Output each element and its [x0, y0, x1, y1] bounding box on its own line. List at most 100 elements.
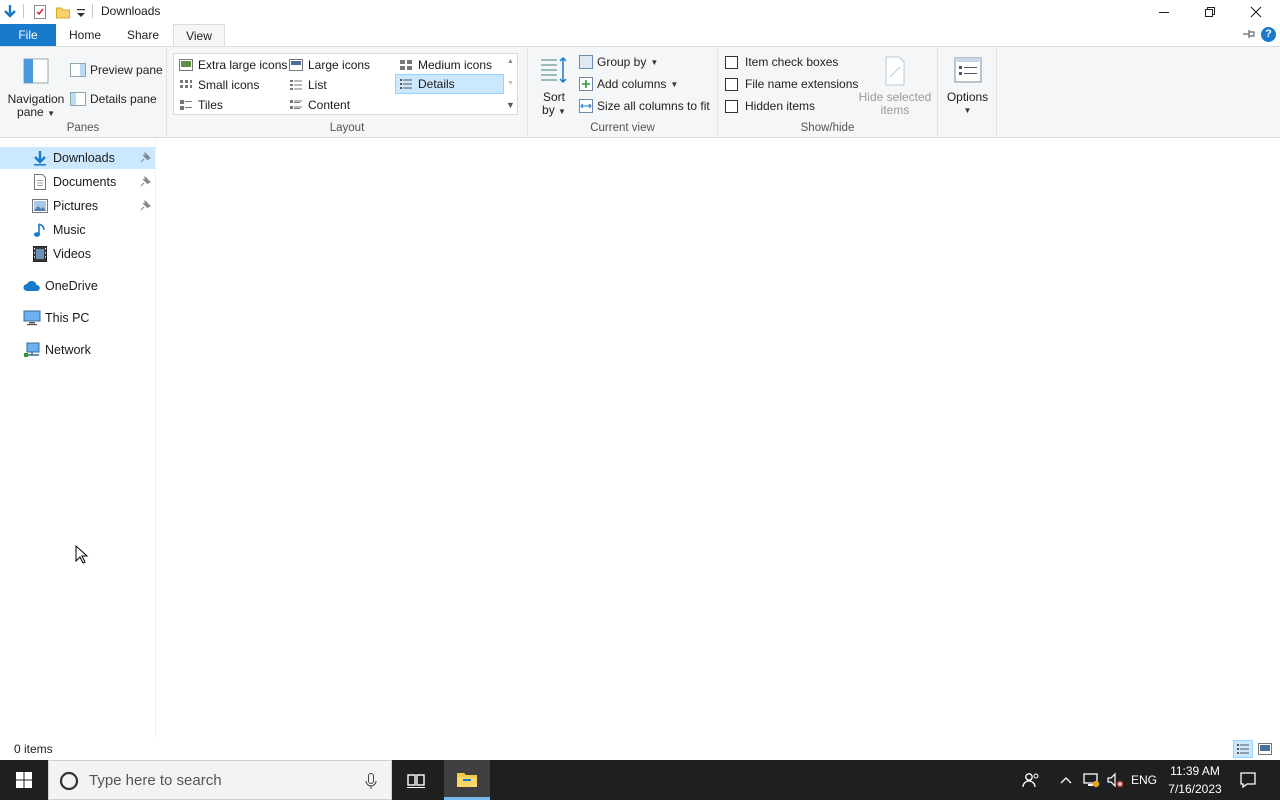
hide-selected-icon: [885, 56, 905, 86]
options-icon: [954, 57, 981, 83]
network-status-button[interactable]: [1080, 760, 1102, 800]
panes-group-label: Panes: [66, 122, 100, 134]
help-icon[interactable]: ?: [1261, 27, 1276, 42]
task-view-button[interactable]: [398, 760, 434, 800]
preview-pane-icon: [70, 63, 86, 77]
layout-details[interactable]: Details: [395, 74, 504, 94]
chevron-up-icon: [1060, 777, 1072, 784]
ribbon: Navigation pane ▼ Preview pane Details p…: [0, 46, 1280, 138]
search-placeholder: Type here to search: [89, 772, 222, 789]
panes-group: Navigation pane ▼ Preview pane Details p…: [0, 47, 167, 137]
show-hide-group: Item check boxes File name extensions Hi…: [718, 47, 938, 137]
file-name-extensions-toggle[interactable]: File name extensions: [725, 74, 858, 94]
layout-large-icons[interactable]: Large icons: [286, 55, 370, 74]
hidden-items-checkbox[interactable]: [725, 99, 738, 113]
layout-medium-icons[interactable]: Medium icons: [396, 55, 492, 74]
large-icons-icon: [289, 58, 303, 71]
minimize-button[interactable]: [1141, 0, 1187, 24]
add-columns-icon: [579, 77, 593, 91]
people-icon: [1022, 773, 1039, 788]
tab-home[interactable]: Home: [57, 24, 113, 46]
layout-gallery: Extra large icons Large icons Medium ico…: [173, 53, 505, 115]
current-view-group-label: Current view: [590, 122, 655, 134]
navigation-pane-label-2: pane: [17, 105, 44, 119]
this-pc-icon: [23, 310, 41, 326]
item-check-boxes-checkbox[interactable]: [725, 55, 738, 69]
show-hidden-icons-button[interactable]: [1056, 760, 1076, 800]
file-list-area[interactable]: [157, 138, 1280, 738]
microphone-icon: [365, 773, 377, 789]
options-group: Options ▼: [938, 47, 997, 137]
item-count: 0 items: [14, 742, 53, 756]
tab-view[interactable]: View: [173, 24, 225, 47]
sidebar-item-onedrive[interactable]: OneDrive: [0, 275, 155, 297]
layout-gallery-scroll[interactable]: ▲ ▼ ▼: [504, 53, 518, 115]
preview-pane-button[interactable]: Preview pane: [70, 60, 163, 80]
file-name-extensions-checkbox[interactable]: [725, 77, 738, 91]
details-pane-button[interactable]: Details pane: [70, 89, 157, 109]
cortana-icon: [59, 771, 79, 791]
details-view-button[interactable]: [1233, 740, 1253, 758]
layout-list[interactable]: List: [286, 75, 327, 94]
customize-qat-icon[interactable]: [75, 3, 87, 21]
group-by-button[interactable]: Group by ▼: [579, 52, 658, 72]
sidebar-item-documents[interactable]: Documents: [0, 171, 155, 193]
layout-content[interactable]: Content: [286, 95, 350, 114]
sidebar-item-music[interactable]: Music: [0, 219, 155, 241]
start-button[interactable]: [0, 760, 48, 800]
hide-selected-items-button[interactable]: Hide selected items: [856, 55, 934, 117]
large-icons-view-button[interactable]: [1255, 740, 1275, 758]
details-icon: [400, 79, 412, 89]
item-check-boxes-toggle[interactable]: Item check boxes: [725, 52, 838, 72]
sidebar-item-network[interactable]: Network: [0, 339, 155, 361]
volume-button[interactable]: [1104, 760, 1126, 800]
sidebar-item-videos[interactable]: Videos: [0, 243, 155, 265]
list-icon: [290, 79, 302, 90]
status-bar: 0 items: [0, 738, 1280, 760]
clock-date[interactable]: 7/16/2023: [1164, 782, 1226, 796]
task-view-icon: [407, 774, 425, 788]
navigation-pane-icon: [23, 58, 49, 84]
file-explorer-icon: [457, 772, 477, 787]
windows-logo-icon: [16, 772, 32, 788]
close-button[interactable]: [1233, 0, 1279, 24]
taskbar-search-box[interactable]: Type here to search: [48, 760, 392, 800]
tiles-icon: [180, 99, 192, 110]
layout-small-icons[interactable]: Small icons: [176, 75, 259, 94]
gallery-more-icon[interactable]: ▼: [506, 100, 515, 110]
window-title: Downloads: [101, 4, 161, 18]
size-columns-button[interactable]: Size all columns to fit: [579, 96, 710, 116]
sidebar-item-downloads[interactable]: Downloads: [0, 147, 155, 169]
properties-icon[interactable]: [32, 3, 48, 21]
file-explorer-taskbar-button[interactable]: [444, 760, 490, 800]
people-button[interactable]: [1018, 760, 1044, 800]
size-columns-icon: [579, 99, 593, 113]
pictures-icon: [32, 199, 48, 213]
tab-share[interactable]: Share: [115, 24, 171, 46]
layout-tiles[interactable]: Tiles: [176, 95, 223, 114]
navigation-pane-button[interactable]: Navigation pane ▼: [4, 55, 68, 120]
hidden-items-toggle[interactable]: Hidden items: [725, 96, 815, 116]
show-hide-group-label: Show/hide: [800, 122, 855, 134]
scroll-up-icon[interactable]: ▲: [507, 58, 514, 65]
action-center-button[interactable]: [1234, 760, 1262, 800]
sidebar-item-pictures[interactable]: Pictures: [0, 195, 155, 217]
group-by-icon: [579, 55, 593, 69]
layout-extra-large-icons[interactable]: Extra large icons: [176, 55, 287, 74]
content-icon: [290, 99, 302, 109]
new-folder-icon[interactable]: [55, 3, 71, 21]
options-button[interactable]: Options ▼: [940, 55, 995, 117]
large-icons-view-icon: [1258, 743, 1272, 755]
tab-file[interactable]: File: [0, 24, 56, 46]
sidebar-item-this-pc[interactable]: This PC: [0, 307, 155, 329]
add-columns-button[interactable]: Add columns ▼: [579, 74, 678, 94]
downloads-icon: [34, 151, 46, 166]
scroll-down-icon[interactable]: ▼: [507, 80, 514, 87]
extra-large-icons-icon: [179, 58, 193, 71]
restore-button[interactable]: [1187, 0, 1233, 24]
clock-time[interactable]: 11:39 AM: [1164, 764, 1226, 778]
input-language-indicator[interactable]: ENG: [1130, 773, 1158, 787]
pin-ribbon-icon[interactable]: [1242, 28, 1256, 43]
sort-by-button[interactable]: Sort by ▼: [536, 55, 572, 118]
ribbon-tabs: File Home Share View ?: [0, 24, 1280, 47]
